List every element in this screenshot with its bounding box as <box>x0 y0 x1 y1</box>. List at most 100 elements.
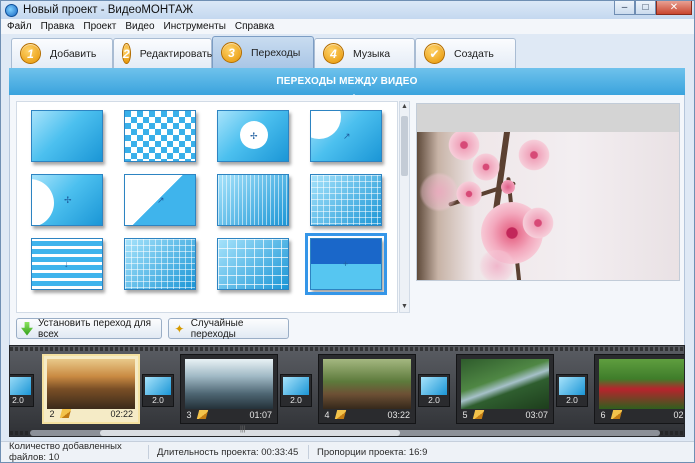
scroll-down-icon[interactable]: ▼ <box>400 302 409 312</box>
window-title: Новый проект - ВидеоМОНТАЖ <box>23 4 194 16</box>
tab-label: Редактировать <box>139 47 213 60</box>
maximize-button[interactable]: □ <box>635 1 656 15</box>
timeline-transition[interactable]: 2.0 <box>280 374 312 407</box>
menu-help[interactable]: Справка <box>235 21 274 32</box>
clip-number: 5 <box>462 409 468 420</box>
transition-thumb[interactable]: ✢ <box>31 174 103 226</box>
clip-number: 2 <box>49 408 55 419</box>
section-header: ПЕРЕХОДЫ МЕЖДУ ВИДЕО <box>9 68 685 100</box>
menu-bar: Файл Правка Проект Видео Инструменты Спр… <box>1 19 694 34</box>
status-bar: Количество добавленных файлов: 10 Длител… <box>1 441 694 463</box>
clip-duration: 03:07 <box>525 409 548 420</box>
transition-preview <box>283 377 309 395</box>
transition-thumb[interactable]: ↓ <box>31 238 103 290</box>
transition-duration: 2.0 <box>290 395 302 405</box>
transition-thumb[interactable] <box>124 238 196 290</box>
scroll-up-icon[interactable]: ▲ <box>400 102 409 112</box>
timeline-transition[interactable]: 2.0 <box>142 374 174 407</box>
clip-thumbnail <box>323 359 411 409</box>
preview-image <box>417 132 679 280</box>
transition-duration: 2.0 <box>152 395 164 405</box>
step-3-icon: 3 <box>221 42 242 63</box>
timeline-scroll-thumb[interactable]: ||| <box>100 426 400 436</box>
timeline-clip[interactable]: 6 02: <box>594 354 685 424</box>
tab-add[interactable]: 1 Добавить <box>11 38 113 68</box>
timeline-transition[interactable]: 2.0 <box>418 374 450 407</box>
transition-thumb[interactable]: ↗ <box>310 110 382 162</box>
title-bar: Новый проект - ВидеоМОНТАЖ – □ ✕ <box>1 1 694 19</box>
tab-transitions[interactable]: 3 Переходы <box>212 36 314 68</box>
step-1-icon: 1 <box>20 43 41 64</box>
menu-project[interactable]: Проект <box>83 21 116 32</box>
transition-duration: 2.0 <box>566 395 578 405</box>
status-duration: Длительность проекта: 00:33:45 <box>149 445 309 459</box>
tab-music[interactable]: 4 Музыка <box>314 38 415 68</box>
apply-to-all-button[interactable]: Установить переход для всех <box>16 317 162 340</box>
transition-actions: Установить переход для всех ✦ Случайные … <box>9 315 685 345</box>
clip-number: 3 <box>186 409 192 420</box>
grid-scrollbar[interactable]: ▲ ▼ <box>399 101 410 313</box>
app-window: Новый проект - ВидеоМОНТАЖ – □ ✕ Файл Пр… <box>0 0 695 463</box>
step-2-icon: 2 <box>122 43 131 64</box>
timeline-transition[interactable]: 2.0 <box>556 374 588 407</box>
transition-direction-icon: ✢ <box>250 131 258 141</box>
film-perforation <box>10 347 684 351</box>
download-arrow-icon <box>21 321 33 336</box>
close-button[interactable]: ✕ <box>656 1 692 15</box>
edit-pencil-icon[interactable] <box>59 409 72 418</box>
menu-video[interactable]: Видео <box>125 21 154 32</box>
edit-pencil-icon[interactable] <box>610 410 623 419</box>
menu-file[interactable]: Файл <box>7 21 32 32</box>
timeline-clip[interactable]: 5 03:07 <box>456 354 554 424</box>
step-4-icon: 4 <box>323 43 344 64</box>
clip-duration: 02: <box>673 409 685 420</box>
transition-duration: 2.0 <box>428 395 440 405</box>
timeline-clip[interactable]: 3 01:07 <box>180 354 278 424</box>
timeline-clip[interactable]: 4 03:22 <box>318 354 416 424</box>
transition-thumb[interactable] <box>124 110 196 162</box>
transition-thumb[interactable] <box>217 238 289 290</box>
app-logo-icon <box>5 3 18 17</box>
menu-edit[interactable]: Правка <box>41 21 75 32</box>
tab-label: Переходы <box>251 46 301 59</box>
tab-edit[interactable]: 2 Редактировать <box>113 38 212 68</box>
clip-thumbnail <box>47 359 135 409</box>
magic-wand-icon: ✦ <box>174 321 185 336</box>
tab-create[interactable]: ✔ Создать <box>415 38 516 68</box>
transition-preview <box>421 377 447 395</box>
random-transitions-label: Случайные переходы <box>190 317 244 340</box>
apply-to-all-label: Установить переход для всех <box>38 317 152 340</box>
tab-label: Создать <box>454 47 494 60</box>
transition-thumb[interactable]: ↗ <box>124 174 196 226</box>
transition-thumb[interactable] <box>31 110 103 162</box>
status-aspect-ratio: Пропорции проекта: 16:9 <box>317 446 428 458</box>
edit-pencil-icon[interactable] <box>334 410 347 419</box>
clip-thumbnail <box>461 359 549 409</box>
clip-thumbnail <box>599 359 684 409</box>
clip-number: 4 <box>324 409 330 420</box>
transition-thumb[interactable] <box>310 174 382 226</box>
scroll-thumb[interactable] <box>401 116 408 176</box>
clip-duration: 03:22 <box>387 409 410 420</box>
random-transitions-button[interactable]: ✦ Случайные переходы <box>168 317 289 340</box>
edit-pencil-icon[interactable] <box>196 410 209 419</box>
scroll-grip: ||| <box>240 426 246 433</box>
transition-direction-icon: ↗ <box>157 195 165 205</box>
transition-thumb[interactable]: ✢ <box>217 110 289 162</box>
storyboard-timeline: ❮ ❯ 2.02.02.02.02.0202:22301:07403:22503… <box>9 345 685 437</box>
clip-duration: 01:07 <box>249 409 272 420</box>
menu-tools[interactable]: Инструменты <box>164 21 226 32</box>
timeline-clip[interactable]: 2 02:22 <box>42 354 140 424</box>
step-tabs: 1 Добавить 2 Редактировать 3 Переходы 4 … <box>1 34 694 68</box>
transition-thumb[interactable] <box>217 174 289 226</box>
edit-pencil-icon[interactable] <box>472 410 485 419</box>
timeline-transition[interactable]: 2.0 <box>10 374 34 407</box>
clip-duration: 02:22 <box>110 408 133 419</box>
minimize-button[interactable]: – <box>614 1 635 15</box>
timeline-scrollbar[interactable]: ||| <box>30 426 660 436</box>
clip-number: 6 <box>600 409 606 420</box>
transition-preview <box>559 377 585 395</box>
transition-direction-icon: ✢ <box>64 195 72 205</box>
transition-thumb[interactable]: + <box>305 233 387 295</box>
status-file-count: Количество добавленных файлов: 10 <box>1 441 149 463</box>
